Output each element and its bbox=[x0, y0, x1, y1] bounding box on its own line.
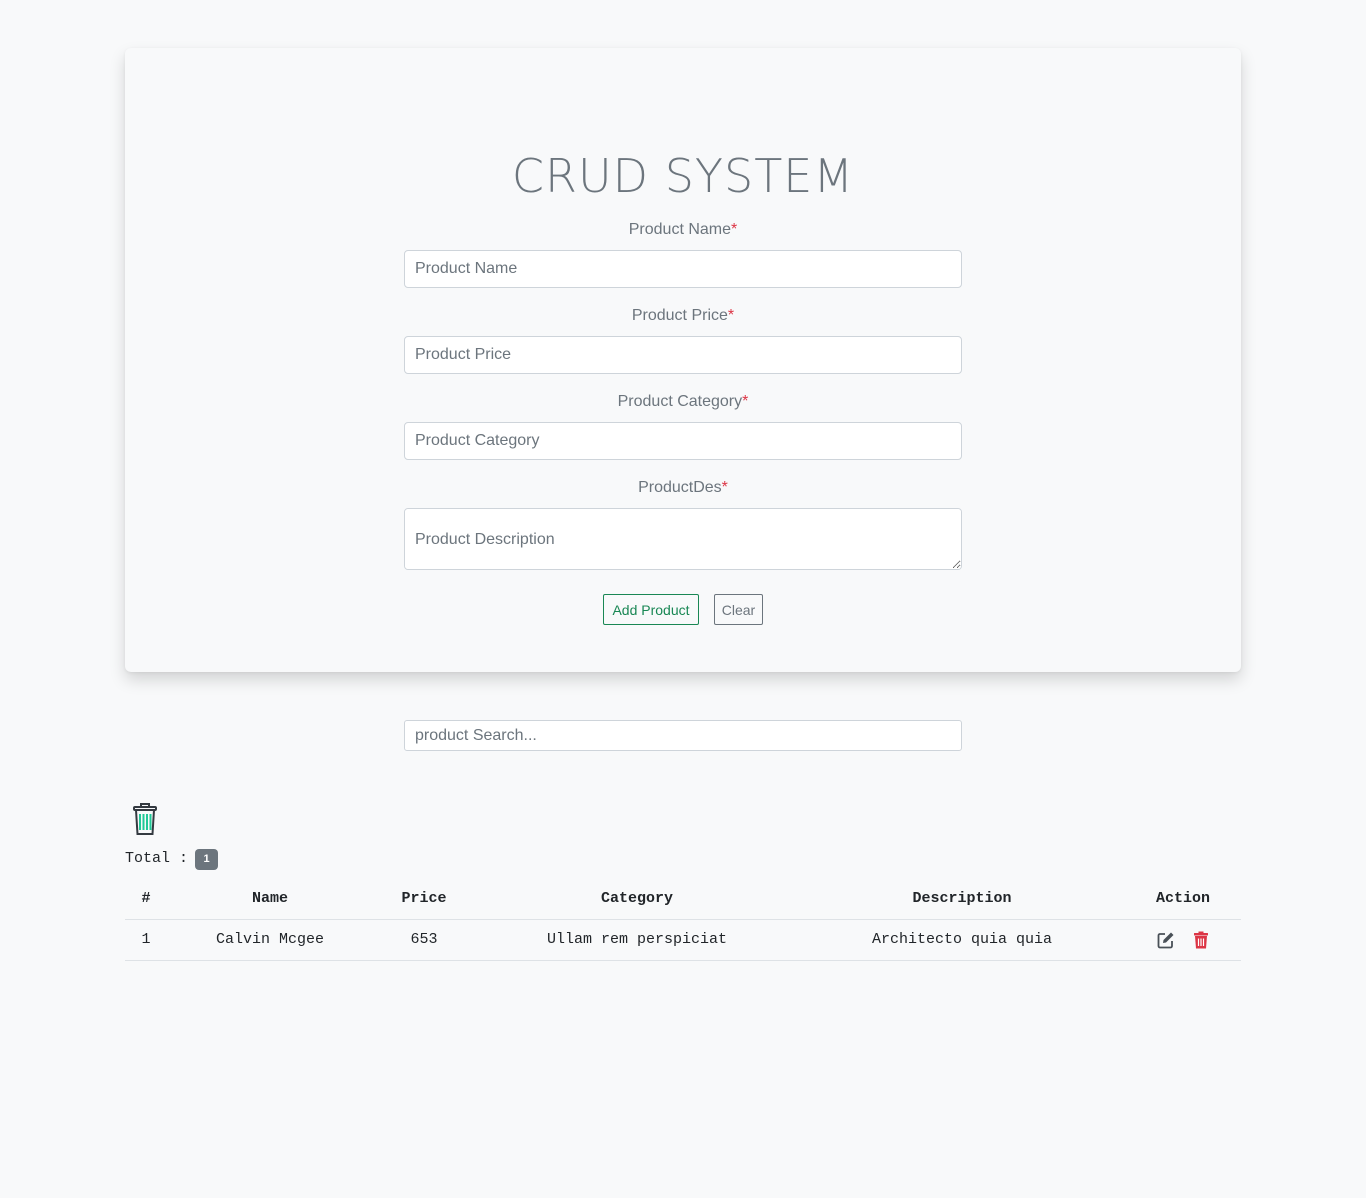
column-header-description: Description bbox=[799, 879, 1125, 920]
page-title: CRUD SYSTEM bbox=[511, 149, 855, 203]
clear-button[interactable]: Clear bbox=[714, 594, 763, 625]
product-category-label-text: Product Category bbox=[617, 393, 743, 410]
total-label: Total : bbox=[125, 850, 189, 867]
add-product-button[interactable]: Add Product bbox=[603, 594, 699, 625]
products-table: # Name Price Category Description Action… bbox=[125, 879, 1241, 961]
column-header-name: Name bbox=[167, 879, 373, 920]
table-header-row: # Name Price Category Description Action bbox=[125, 879, 1241, 920]
product-description-label-text: ProductDes bbox=[638, 479, 722, 496]
cell-category: Ullam rem perspiciat bbox=[475, 919, 799, 961]
edit-icon[interactable] bbox=[1157, 931, 1175, 949]
cell-index: 1 bbox=[125, 919, 167, 961]
required-mark: * bbox=[742, 393, 749, 410]
product-name-input[interactable] bbox=[404, 250, 962, 288]
required-mark: * bbox=[721, 479, 728, 496]
column-header-category: Category bbox=[475, 879, 799, 920]
product-price-label-text: Product Price bbox=[631, 307, 728, 324]
product-name-label-text: Product Name bbox=[628, 221, 732, 238]
delete-all-trash-icon[interactable] bbox=[131, 802, 159, 836]
product-price-input[interactable] bbox=[404, 336, 962, 374]
product-description-label: ProductDes* bbox=[404, 478, 962, 498]
product-search-input[interactable] bbox=[404, 720, 962, 751]
product-name-label: Product Name* bbox=[404, 220, 962, 240]
product-price-label: Product Price* bbox=[404, 306, 962, 326]
delete-icon[interactable] bbox=[1193, 931, 1209, 949]
table-row: 1 Calvin Mcgee 653 Ullam rem perspiciat … bbox=[125, 919, 1241, 961]
column-header-price: Price bbox=[373, 879, 475, 920]
product-category-label: Product Category* bbox=[404, 392, 962, 412]
product-description-textarea[interactable] bbox=[404, 508, 962, 570]
cell-description: Architecto quia quia bbox=[799, 919, 1125, 961]
required-mark: * bbox=[727, 307, 735, 324]
total-count-badge: 1 bbox=[195, 849, 218, 870]
column-header-action: Action bbox=[1125, 879, 1241, 920]
required-mark: * bbox=[731, 221, 738, 238]
cell-price: 653 bbox=[373, 919, 475, 961]
cell-name: Calvin Mcgee bbox=[167, 919, 373, 961]
product-category-input[interactable] bbox=[404, 422, 962, 460]
column-header-index: # bbox=[125, 879, 167, 920]
cell-action bbox=[1125, 919, 1241, 961]
